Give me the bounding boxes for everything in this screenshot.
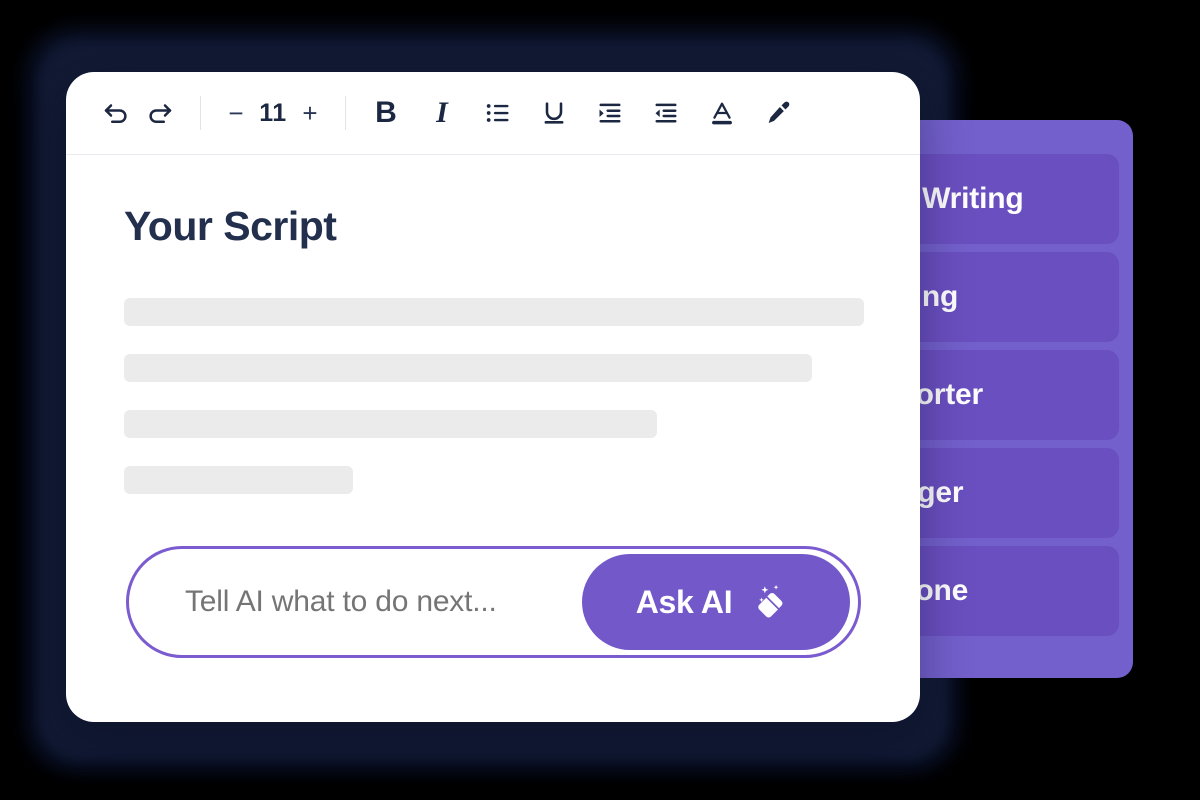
document-body: Your Script [66, 155, 920, 494]
highlighter-button[interactable] [756, 91, 800, 135]
underline-icon [540, 99, 568, 127]
ask-ai-button[interactable]: Ask AI [582, 554, 850, 650]
toolbar-separator-1 [200, 96, 201, 130]
font-size-value[interactable]: 11 [253, 99, 293, 128]
page-title: Your Script [124, 203, 337, 249]
undo-icon [101, 98, 131, 128]
minus-icon: − [228, 98, 244, 128]
skeleton-line [124, 410, 657, 438]
redo-icon [145, 98, 175, 128]
text-color-button[interactable] [700, 91, 744, 135]
italic-button[interactable]: I [420, 91, 464, 135]
skeleton-line [124, 298, 864, 326]
ai-prompt-input[interactable] [129, 584, 582, 620]
format-button-group: B I [364, 91, 800, 135]
magic-wand-icon [754, 581, 796, 623]
redo-button[interactable] [138, 91, 182, 135]
font-size-decrease-button[interactable]: − [219, 93, 253, 133]
skeleton-line [124, 354, 813, 382]
ai-prompt-bar: Ask AI [126, 546, 861, 658]
bullet-list-button[interactable] [476, 91, 520, 135]
indent-increase-icon [596, 99, 624, 127]
indent-decrease-icon [652, 99, 680, 127]
bullet-list-icon [484, 99, 512, 127]
text-color-icon [708, 99, 736, 127]
indent-decrease-button[interactable] [644, 91, 688, 135]
bold-button[interactable]: B [364, 91, 408, 135]
font-size-stepper: − 11 + [219, 93, 327, 133]
underline-button[interactable] [532, 91, 576, 135]
screenshot-stage: ve Writing elling shorter onger e tone [0, 0, 1200, 800]
plus-icon: + [302, 98, 318, 128]
undo-button[interactable] [94, 91, 138, 135]
skeleton-line [124, 466, 354, 494]
toolbar-separator-2 [345, 96, 346, 130]
editor-toolbar: − 11 + B I [66, 72, 920, 155]
bold-icon: B [375, 96, 397, 129]
ask-ai-label: Ask AI [635, 583, 733, 620]
font-size-increase-button[interactable]: + [293, 93, 327, 133]
content-skeleton [124, 298, 864, 494]
indent-increase-button[interactable] [588, 91, 632, 135]
italic-icon: I [436, 96, 448, 129]
highlighter-icon [764, 99, 792, 127]
